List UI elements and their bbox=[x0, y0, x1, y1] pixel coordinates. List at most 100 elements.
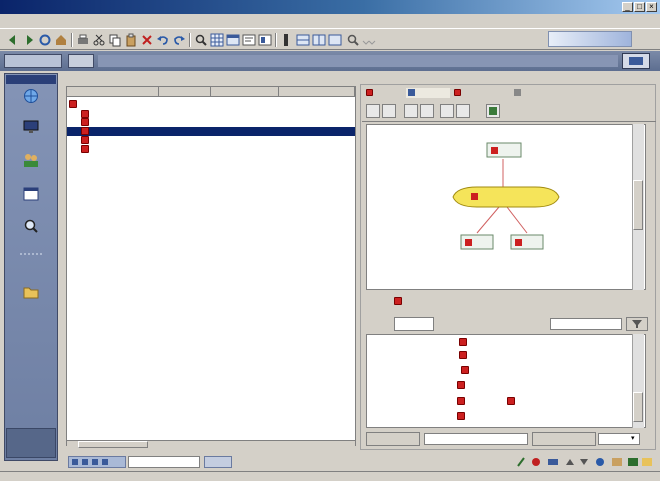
rail-label bbox=[6, 302, 56, 310]
table-row[interactable] bbox=[67, 136, 355, 145]
window-icon[interactable] bbox=[548, 459, 558, 465]
search-icon[interactable] bbox=[23, 218, 39, 234]
grid-icon[interactable] bbox=[296, 33, 310, 47]
redo-icon[interactable] bbox=[172, 33, 186, 47]
toolbar-separator bbox=[275, 33, 277, 47]
find-icon[interactable] bbox=[194, 33, 208, 47]
bottom-button[interactable] bbox=[204, 456, 232, 468]
list-search-input[interactable] bbox=[550, 318, 622, 330]
scrollbar-thumb[interactable] bbox=[633, 392, 643, 422]
calendar-icon[interactable] bbox=[23, 186, 39, 202]
table-row[interactable] bbox=[67, 118, 355, 127]
graph-canvas[interactable] bbox=[366, 124, 646, 290]
pencil-icon[interactable] bbox=[517, 457, 525, 467]
minimize-button[interactable]: _ bbox=[622, 2, 633, 12]
menu-item[interactable] bbox=[20, 16, 36, 26]
graph-edge bbox=[506, 206, 528, 234]
refresh-icon[interactable] bbox=[38, 33, 52, 47]
table-row[interactable] bbox=[67, 100, 355, 109]
zoom-in-icon[interactable] bbox=[404, 104, 418, 118]
panel-tab[interactable] bbox=[116, 75, 162, 84]
zoom-icon[interactable] bbox=[328, 33, 342, 47]
field-button[interactable] bbox=[366, 432, 420, 446]
lower-tab-active[interactable] bbox=[394, 317, 434, 331]
table-row-selected[interactable] bbox=[67, 127, 355, 136]
column-header[interactable] bbox=[279, 87, 355, 97]
home-icon[interactable] bbox=[54, 33, 68, 47]
column-header[interactable] bbox=[159, 87, 211, 97]
menu-item[interactable] bbox=[110, 16, 128, 26]
filter-button[interactable] bbox=[626, 317, 648, 331]
menu-item[interactable] bbox=[58, 16, 76, 26]
forward-icon[interactable] bbox=[22, 33, 36, 47]
panel-tab[interactable] bbox=[166, 75, 186, 84]
close-button[interactable]: × bbox=[646, 2, 657, 12]
bottom-input[interactable] bbox=[128, 456, 200, 468]
dropdown[interactable]: ▾ bbox=[598, 433, 640, 445]
menu-item[interactable] bbox=[78, 16, 108, 26]
fit-icon[interactable] bbox=[440, 104, 454, 118]
export-icon[interactable] bbox=[456, 104, 470, 118]
tab-view-1[interactable] bbox=[364, 88, 404, 98]
tools-icon[interactable] bbox=[18, 250, 44, 258]
maximize-button[interactable]: □ bbox=[634, 2, 645, 12]
export-icon[interactable] bbox=[628, 458, 638, 466]
layout-icon[interactable] bbox=[226, 33, 240, 47]
copy-icon[interactable] bbox=[108, 33, 122, 47]
paste-icon[interactable] bbox=[124, 33, 138, 47]
info-icon[interactable] bbox=[596, 458, 604, 466]
help-icon[interactable] bbox=[280, 33, 294, 47]
bottom-control-group[interactable] bbox=[68, 456, 126, 468]
image-icon[interactable] bbox=[486, 104, 500, 118]
tab-icon bbox=[454, 89, 461, 96]
scrollbar-thumb[interactable] bbox=[78, 441, 148, 448]
text-field[interactable] bbox=[424, 433, 528, 445]
settings-icon[interactable] bbox=[258, 33, 272, 47]
globe-icon[interactable] bbox=[23, 88, 39, 104]
layout-icon[interactable] bbox=[312, 33, 326, 47]
column-header[interactable] bbox=[67, 87, 159, 97]
field-button[interactable] bbox=[532, 432, 596, 446]
search-icon[interactable] bbox=[346, 33, 360, 47]
chevron-down-icon[interactable] bbox=[362, 38, 376, 45]
zoom-out-icon[interactable] bbox=[420, 104, 434, 118]
table-row[interactable] bbox=[67, 145, 355, 154]
menu-item[interactable] bbox=[4, 16, 18, 26]
rail-bottom-panel[interactable] bbox=[6, 428, 56, 458]
folder-icon[interactable] bbox=[612, 458, 622, 466]
tab-view-2[interactable] bbox=[406, 88, 450, 98]
tab-view-4[interactable] bbox=[512, 88, 566, 98]
item-icon bbox=[457, 412, 465, 420]
cut-icon[interactable] bbox=[92, 33, 106, 47]
grid-icon[interactable] bbox=[210, 33, 224, 47]
folder-icon[interactable] bbox=[23, 284, 39, 300]
graph-node-highlighted[interactable] bbox=[452, 186, 560, 208]
monitor-icon[interactable] bbox=[23, 119, 39, 135]
tab-icon bbox=[408, 89, 415, 96]
lock-icon[interactable] bbox=[642, 458, 652, 466]
tab-view-3[interactable] bbox=[452, 88, 508, 98]
zoom-icon[interactable] bbox=[242, 33, 256, 47]
node-icon bbox=[81, 127, 89, 135]
menu-item[interactable] bbox=[38, 16, 56, 26]
panel-tab[interactable] bbox=[190, 75, 212, 84]
rail-label bbox=[6, 106, 56, 114]
column-header[interactable] bbox=[211, 87, 279, 97]
back-icon[interactable] bbox=[6, 33, 20, 47]
mode-button[interactable] bbox=[68, 54, 94, 68]
address-field[interactable] bbox=[98, 55, 618, 67]
tab-icon bbox=[514, 89, 521, 96]
layout-icon[interactable] bbox=[366, 104, 380, 118]
users-icon[interactable] bbox=[23, 152, 39, 168]
down-icon[interactable] bbox=[580, 459, 588, 465]
undo-icon[interactable] bbox=[156, 33, 170, 47]
scrollbar-thumb[interactable] bbox=[633, 180, 643, 230]
stop-icon[interactable] bbox=[532, 458, 540, 466]
delete-icon[interactable] bbox=[140, 33, 154, 47]
up-icon[interactable] bbox=[566, 459, 574, 465]
tree-icon[interactable] bbox=[382, 104, 396, 118]
print-icon[interactable] bbox=[76, 33, 90, 47]
workspace-tab[interactable] bbox=[4, 54, 62, 68]
go-button[interactable] bbox=[622, 53, 650, 69]
panel-tab[interactable] bbox=[70, 75, 112, 84]
